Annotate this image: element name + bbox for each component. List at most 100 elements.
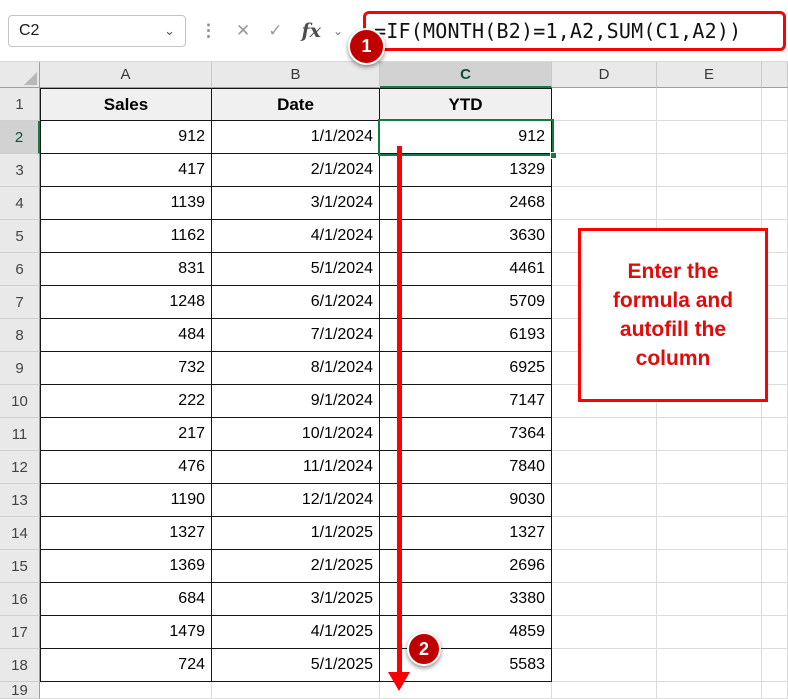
cell-A2[interactable]: 912 — [40, 121, 212, 154]
cell-E15[interactable] — [657, 550, 762, 583]
cell-B13[interactable]: 12/1/2024 — [212, 484, 380, 517]
cell-A17[interactable]: 1479 — [40, 616, 212, 649]
cell-A6[interactable]: 831 — [40, 253, 212, 286]
row-header-3[interactable]: 3 — [0, 154, 40, 187]
selected-cell-outline[interactable] — [378, 119, 554, 156]
cell-D1[interactable] — [552, 88, 657, 121]
cell-C4[interactable]: 2468 — [380, 187, 552, 220]
row-header-12[interactable]: 12 — [0, 451, 40, 484]
cell-B10[interactable]: 9/1/2024 — [212, 385, 380, 418]
cell-C17[interactable]: 4859 — [380, 616, 552, 649]
cell-A14[interactable]: 1327 — [40, 517, 212, 550]
column-header-D[interactable]: D — [552, 62, 657, 88]
cell-A3[interactable]: 417 — [40, 154, 212, 187]
row-header-4[interactable]: 4 — [0, 187, 40, 220]
cell-F12[interactable] — [762, 451, 788, 484]
row-header-2[interactable]: 2 — [0, 121, 40, 154]
row-header-15[interactable]: 15 — [0, 550, 40, 583]
row-header-13[interactable]: 13 — [0, 484, 40, 517]
cell-F1[interactable] — [762, 88, 788, 121]
cell-F11[interactable] — [762, 418, 788, 451]
cell-B4[interactable]: 3/1/2024 — [212, 187, 380, 220]
header-cell-C1[interactable]: YTD — [380, 88, 552, 121]
cell-E3[interactable] — [657, 154, 762, 187]
cell-B14[interactable]: 1/1/2025 — [212, 517, 380, 550]
cell-E16[interactable] — [657, 583, 762, 616]
cell-A13[interactable]: 1190 — [40, 484, 212, 517]
cell-C12[interactable]: 7840 — [380, 451, 552, 484]
cell-B19[interactable] — [212, 682, 380, 699]
cell-A7[interactable]: 1248 — [40, 286, 212, 319]
cell-A12[interactable]: 476 — [40, 451, 212, 484]
row-header-11[interactable]: 11 — [0, 418, 40, 451]
cell-E13[interactable] — [657, 484, 762, 517]
cell-A18[interactable]: 724 — [40, 649, 212, 682]
cell-D16[interactable] — [552, 583, 657, 616]
cell-B9[interactable]: 8/1/2024 — [212, 352, 380, 385]
cell-C10[interactable]: 7147 — [380, 385, 552, 418]
cell-E17[interactable] — [657, 616, 762, 649]
column-header-A[interactable]: A — [40, 62, 212, 88]
cell-E1[interactable] — [657, 88, 762, 121]
row-header-9[interactable]: 9 — [0, 352, 40, 385]
row-header-1[interactable]: 1 — [0, 88, 40, 121]
cell-C14[interactable]: 1327 — [380, 517, 552, 550]
cell-D15[interactable] — [552, 550, 657, 583]
cell-A15[interactable]: 1369 — [40, 550, 212, 583]
cell-F15[interactable] — [762, 550, 788, 583]
cell-E18[interactable] — [657, 649, 762, 682]
cell-C3[interactable]: 1329 — [380, 154, 552, 187]
row-header-5[interactable]: 5 — [0, 220, 40, 253]
cell-A8[interactable]: 484 — [40, 319, 212, 352]
cell-F13[interactable] — [762, 484, 788, 517]
cell-C5[interactable]: 3630 — [380, 220, 552, 253]
cell-F16[interactable] — [762, 583, 788, 616]
chevron-down-icon[interactable]: ⌄ — [333, 24, 343, 38]
cell-F18[interactable] — [762, 649, 788, 682]
row-header-6[interactable]: 6 — [0, 253, 40, 286]
cell-B18[interactable]: 5/1/2025 — [212, 649, 380, 682]
cell-F4[interactable] — [762, 187, 788, 220]
row-header-18[interactable]: 18 — [0, 649, 40, 682]
column-header-partial[interactable] — [762, 62, 788, 88]
cell-D14[interactable] — [552, 517, 657, 550]
cell-B2[interactable]: 1/1/2024 — [212, 121, 380, 154]
cell-A19[interactable] — [40, 682, 212, 699]
cell-E11[interactable] — [657, 418, 762, 451]
cell-C16[interactable]: 3380 — [380, 583, 552, 616]
cell-D2[interactable] — [552, 121, 657, 154]
select-all-corner[interactable] — [0, 62, 40, 88]
cell-D12[interactable] — [552, 451, 657, 484]
formula-bar[interactable]: =IF(MONTH(B2)=1,A2,SUM(C1,A2)) — [363, 11, 786, 51]
cell-A9[interactable]: 732 — [40, 352, 212, 385]
row-header-16[interactable]: 16 — [0, 583, 40, 616]
cell-C15[interactable]: 2696 — [380, 550, 552, 583]
cell-F19[interactable] — [762, 682, 788, 699]
cell-B7[interactable]: 6/1/2024 — [212, 286, 380, 319]
cell-D17[interactable] — [552, 616, 657, 649]
chevron-down-icon[interactable]: ⌄ — [164, 23, 175, 39]
cell-D13[interactable] — [552, 484, 657, 517]
cell-B17[interactable]: 4/1/2025 — [212, 616, 380, 649]
cell-B16[interactable]: 3/1/2025 — [212, 583, 380, 616]
row-header-14[interactable]: 14 — [0, 517, 40, 550]
row-header-19[interactable]: 19 — [0, 682, 40, 699]
cell-B6[interactable]: 5/1/2024 — [212, 253, 380, 286]
cell-D3[interactable] — [552, 154, 657, 187]
cell-D4[interactable] — [552, 187, 657, 220]
cell-E4[interactable] — [657, 187, 762, 220]
cell-E12[interactable] — [657, 451, 762, 484]
row-header-7[interactable]: 7 — [0, 286, 40, 319]
cell-D18[interactable] — [552, 649, 657, 682]
cell-B3[interactable]: 2/1/2024 — [212, 154, 380, 187]
header-cell-B1[interactable]: Date — [212, 88, 380, 121]
cell-B5[interactable]: 4/1/2024 — [212, 220, 380, 253]
column-header-B[interactable]: B — [212, 62, 380, 88]
cell-A4[interactable]: 1139 — [40, 187, 212, 220]
row-header-17[interactable]: 17 — [0, 616, 40, 649]
column-header-C[interactable]: C — [380, 62, 552, 88]
column-header-E[interactable]: E — [657, 62, 762, 88]
cell-F2[interactable] — [762, 121, 788, 154]
cell-C6[interactable]: 4461 — [380, 253, 552, 286]
cell-F17[interactable] — [762, 616, 788, 649]
